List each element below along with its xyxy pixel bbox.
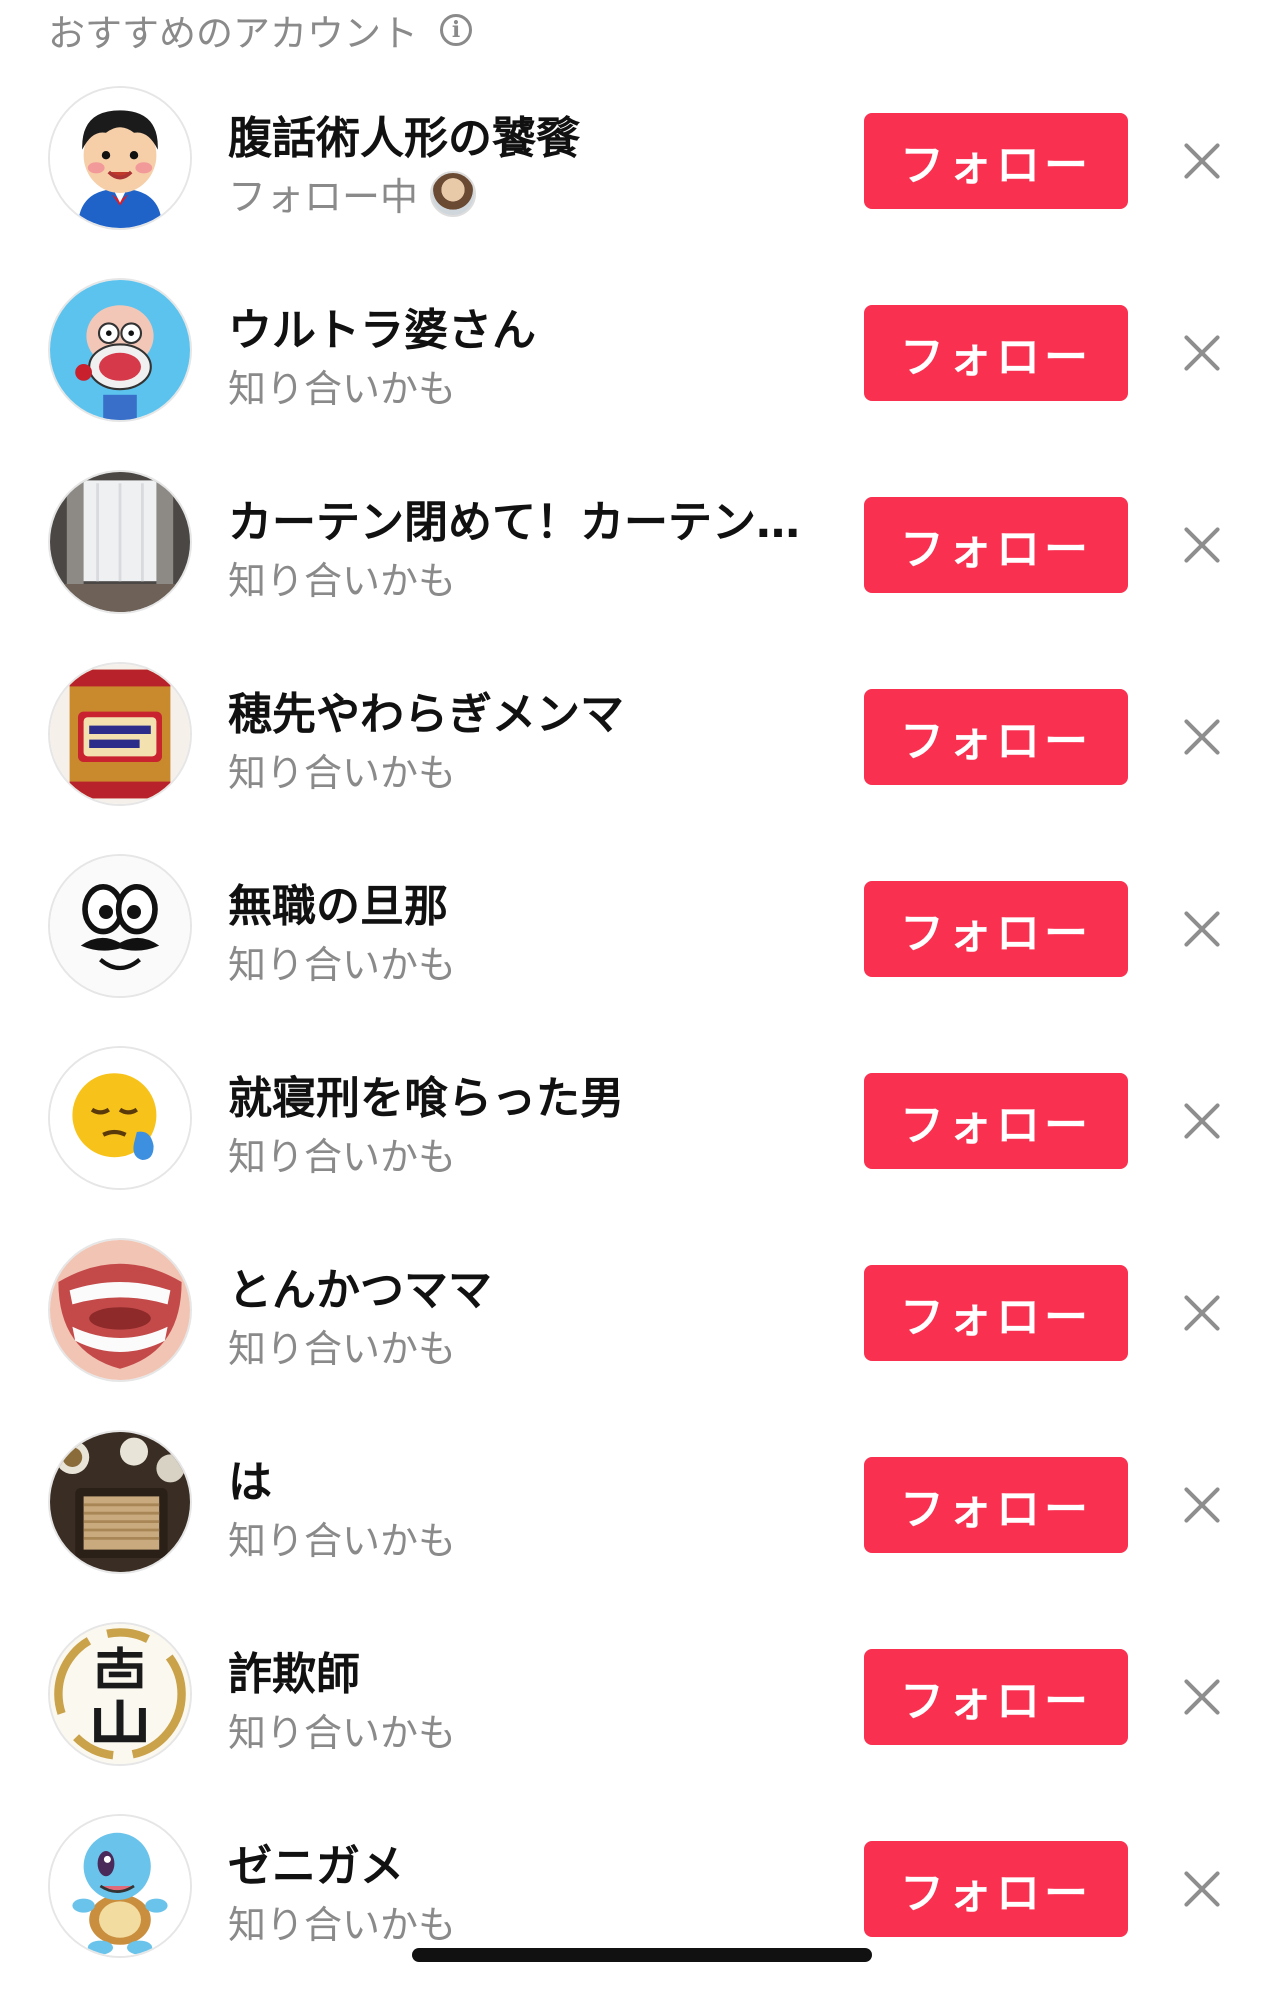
avatar[interactable]	[48, 1814, 192, 1958]
list-item[interactable]: ゼニガメ 知り合いかも フォロー	[0, 1808, 1284, 2000]
account-status: 知り合いかも	[228, 742, 456, 797]
account-status-text: 知り合いかも	[228, 1327, 457, 1371]
account-name[interactable]: 無職の旦那	[228, 870, 818, 934]
account-status-text: 知り合いかも	[228, 1711, 457, 1755]
follow-button[interactable]: フォロー	[864, 305, 1128, 401]
avatar[interactable]	[48, 662, 192, 806]
mutual-follower-avatar	[430, 170, 477, 217]
account-name[interactable]: ゼニガメ	[228, 1830, 818, 1894]
account-status-text: 知り合いかも	[228, 1519, 457, 1563]
list-item[interactable]: 腹話術人形の饕餮 フォロー中 フォロー	[0, 80, 1284, 272]
avatar[interactable]	[48, 1622, 192, 1766]
account-name[interactable]: 腹話術人形の饕餮	[228, 102, 818, 166]
account-status: 知り合いかも	[228, 1702, 456, 1757]
account-name[interactable]: 穂先やわらぎメンマ	[228, 678, 818, 742]
suggested-accounts-list: 腹話術人形の饕餮 フォロー中 フォロー ウルトラ婆さん 知り合いかも フォロー …	[0, 80, 1284, 2000]
avatar[interactable]	[48, 278, 192, 422]
account-status: 知り合いかも	[228, 1510, 456, 1565]
close-icon[interactable]	[1176, 1287, 1228, 1339]
account-name[interactable]: 詐欺師	[228, 1638, 818, 1702]
account-status-text: 知り合いかも	[228, 943, 457, 987]
close-icon[interactable]	[1176, 1863, 1228, 1915]
follow-button[interactable]: フォロー	[864, 113, 1128, 209]
close-icon[interactable]	[1176, 327, 1228, 379]
follow-button[interactable]: フォロー	[864, 1841, 1128, 1937]
close-icon[interactable]	[1176, 135, 1228, 187]
list-item[interactable]: 詐欺師 知り合いかも フォロー	[0, 1616, 1284, 1808]
follow-button[interactable]: フォロー	[864, 1073, 1128, 1169]
account-name[interactable]: ウルトラ婆さん	[228, 294, 818, 358]
account-status: 知り合いかも	[228, 1318, 456, 1373]
list-item[interactable]: 無職の旦那 知り合いかも フォロー	[0, 848, 1284, 1040]
info-icon[interactable]: i	[440, 14, 472, 46]
close-icon[interactable]	[1176, 903, 1228, 955]
close-icon[interactable]	[1176, 519, 1228, 571]
follow-button[interactable]: フォロー	[864, 1457, 1128, 1553]
account-status-text: 知り合いかも	[228, 559, 457, 603]
close-icon[interactable]	[1176, 1671, 1228, 1723]
close-icon[interactable]	[1176, 711, 1228, 763]
home-indicator[interactable]	[412, 1948, 872, 1962]
account-name[interactable]: カーテン閉めて！カーテン…	[228, 486, 818, 550]
account-status-text: フォロー中	[228, 175, 419, 219]
account-status-text: 知り合いかも	[228, 751, 457, 795]
account-status-text: 知り合いかも	[228, 1135, 457, 1179]
account-status-text: 知り合いかも	[228, 367, 457, 411]
account-status: 知り合いかも	[228, 1894, 456, 1949]
follow-button[interactable]: フォロー	[864, 497, 1128, 593]
account-status: フォロー中	[228, 166, 477, 221]
section-title: おすすめのアカウント	[48, 12, 418, 55]
account-name[interactable]: とんかつママ	[228, 1254, 818, 1318]
section-header: おすすめのアカウント i	[48, 4, 472, 56]
avatar[interactable]	[48, 854, 192, 998]
account-status-text: 知り合いかも	[228, 1903, 457, 1947]
list-item[interactable]: ウルトラ婆さん 知り合いかも フォロー	[0, 272, 1284, 464]
close-icon[interactable]	[1176, 1479, 1228, 1531]
list-item[interactable]: とんかつママ 知り合いかも フォロー	[0, 1232, 1284, 1424]
follow-button[interactable]: フォロー	[864, 881, 1128, 977]
close-icon[interactable]	[1176, 1095, 1228, 1147]
follow-button[interactable]: フォロー	[864, 1265, 1128, 1361]
list-item[interactable]: 就寝刑を喰らった男 知り合いかも フォロー	[0, 1040, 1284, 1232]
account-name[interactable]: 就寝刑を喰らった男	[228, 1062, 818, 1126]
follow-button[interactable]: フォロー	[864, 689, 1128, 785]
follow-button[interactable]: フォロー	[864, 1649, 1128, 1745]
account-status: 知り合いかも	[228, 358, 456, 413]
avatar[interactable]	[48, 470, 192, 614]
account-name[interactable]: は	[228, 1446, 818, 1510]
account-status: 知り合いかも	[228, 1126, 456, 1181]
account-status: 知り合いかも	[228, 550, 456, 605]
avatar[interactable]	[48, 1430, 192, 1574]
avatar[interactable]	[48, 1238, 192, 1382]
list-item[interactable]: は 知り合いかも フォロー	[0, 1424, 1284, 1616]
list-item[interactable]: 穂先やわらぎメンマ 知り合いかも フォロー	[0, 656, 1284, 848]
account-status: 知り合いかも	[228, 934, 456, 989]
avatar[interactable]	[48, 1046, 192, 1190]
avatar[interactable]	[48, 86, 192, 230]
list-item[interactable]: カーテン閉めて！カーテン… 知り合いかも フォロー	[0, 464, 1284, 656]
